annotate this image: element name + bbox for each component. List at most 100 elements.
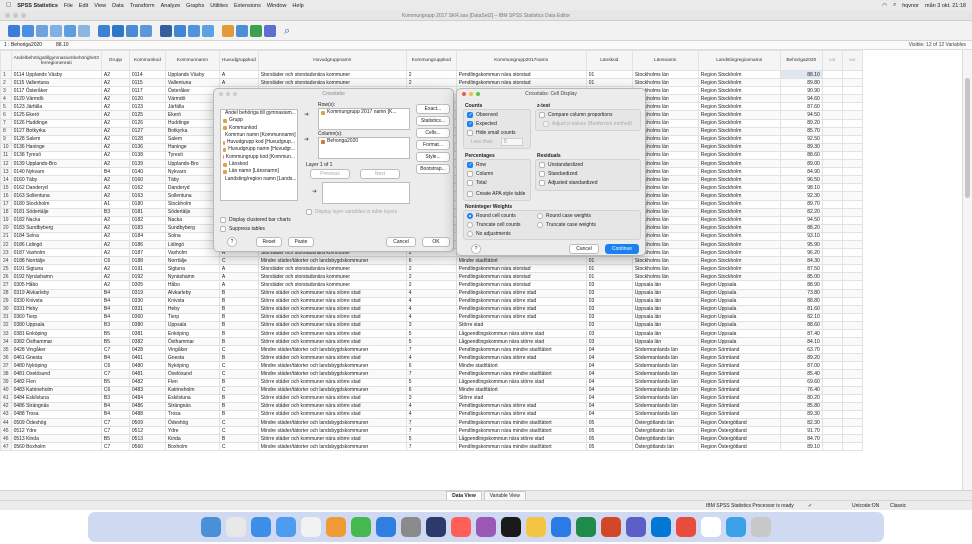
empty-cell[interactable] <box>821 328 843 339</box>
empty-cell[interactable] <box>821 175 843 185</box>
truncate-case-weights-radio[interactable] <box>537 222 543 228</box>
table-cell[interactable]: B4 <box>100 312 130 322</box>
table-cell[interactable]: Region Stockholm <box>697 134 781 144</box>
table-cell[interactable]: Region Stockholm <box>697 223 781 233</box>
table-cell[interactable]: 87.60 <box>779 102 823 112</box>
table-cell[interactable]: C7 <box>100 426 130 436</box>
table-cell[interactable]: 7 <box>405 442 457 452</box>
table-cell[interactable]: 0481 <box>128 369 166 379</box>
row-percent-checkbox[interactable] <box>467 162 473 168</box>
tab-variable-view[interactable]: Variable View <box>483 490 526 501</box>
table-cell[interactable]: 0187 Vaxholm <box>10 248 102 258</box>
table-cell[interactable]: A2 <box>100 134 130 144</box>
table-cell[interactable]: B5 <box>100 434 130 444</box>
table-cell[interactable]: Region Stockholm <box>697 167 781 177</box>
empty-cell[interactable] <box>821 393 843 403</box>
table-cell[interactable]: 0461 Gnesta <box>10 353 102 363</box>
empty-cell[interactable] <box>841 102 863 112</box>
table-cell[interactable]: 0509 <box>128 418 166 428</box>
table-cell[interactable]: A2 <box>100 86 130 96</box>
column-header[interactable]: Huvudgruppnamn <box>257 50 407 71</box>
empty-cell[interactable] <box>821 361 843 371</box>
table-cell[interactable]: Region Stockholm <box>697 231 781 241</box>
table-cell[interactable]: 0126 Huddinge <box>10 118 102 128</box>
table-cell[interactable]: Pendlingskommun nära mindre stad/tätort <box>455 426 587 436</box>
table-cell[interactable]: B <box>218 377 259 387</box>
menu-graphs[interactable]: Graphs <box>186 3 204 9</box>
variable-list-item[interactable]: Landsting/region namn [Lands... <box>221 176 297 183</box>
table-cell[interactable]: Uppsala län <box>631 288 699 298</box>
table-cell[interactable]: Salem <box>164 134 220 144</box>
table-cell[interactable]: 0483 Katrineholm <box>10 385 102 395</box>
table-cell[interactable]: 2 <box>405 280 457 290</box>
empty-cell[interactable] <box>841 337 863 347</box>
table-cell[interactable]: 03 <box>585 337 633 347</box>
column-header[interactable]: Kommungruppkod <box>405 50 457 71</box>
table-cell[interactable]: 0382 <box>128 337 166 347</box>
table-cell[interactable]: 85.00 <box>779 272 823 282</box>
empty-cell[interactable] <box>821 215 843 225</box>
safari-icon[interactable] <box>251 517 271 537</box>
empty-cell[interactable] <box>841 191 863 201</box>
table-cell[interactable]: Södermanlands län <box>631 377 699 387</box>
empty-cell[interactable] <box>821 118 843 128</box>
column-header[interactable]: Grupp <box>100 50 130 71</box>
row-number[interactable]: 2 <box>0 78 12 88</box>
table-cell[interactable]: B4 <box>100 304 130 314</box>
table-cell[interactable]: 87.50 <box>779 264 823 274</box>
table-cell[interactable]: Lågpendlingskommun nära större stad <box>455 377 587 387</box>
table-cell[interactable]: Mindre städer/tätorter och landsbygdskom… <box>257 426 407 436</box>
save-icon[interactable] <box>22 24 34 37</box>
table-cell[interactable]: A2 <box>100 264 130 274</box>
column-header[interactable]: Huvudgruppkod <box>218 50 259 71</box>
table-cell[interactable]: 5 <box>405 328 457 339</box>
table-cell[interactable]: 95.90 <box>779 239 823 250</box>
table-cell[interactable]: 0183 Sundbyberg <box>10 223 102 233</box>
table-cell[interactable]: Storstäder och storstadsnära kommuner <box>257 272 407 282</box>
table-cell[interactable]: 0319 <box>128 288 166 298</box>
table-cell[interactable]: Södermanlands län <box>631 369 699 379</box>
table-cell[interactable]: Pendlingskommun nära större stad <box>455 401 587 411</box>
table-cell[interactable]: Region Stockholm <box>697 94 781 104</box>
row-number[interactable]: 21 <box>0 231 12 241</box>
table-cell[interactable]: 84.10 <box>779 337 823 347</box>
empty-cell[interactable] <box>821 337 843 347</box>
empty-cell[interactable] <box>821 353 843 363</box>
empty-cell[interactable] <box>841 353 863 363</box>
empty-cell[interactable] <box>821 191 843 201</box>
table-cell[interactable]: A1 <box>100 199 130 209</box>
powerpoint-icon[interactable] <box>601 517 621 537</box>
table-cell[interactable]: 0162 <box>128 183 166 193</box>
table-cell[interactable]: 3 <box>405 320 457 331</box>
empty-cell[interactable] <box>821 304 843 314</box>
notes-icon[interactable] <box>526 517 546 537</box>
recall-dialog-icon[interactable] <box>50 24 62 37</box>
table-cell[interactable]: 4 <box>405 409 457 420</box>
table-cell[interactable]: 88.60 <box>779 150 823 161</box>
table-cell[interactable]: 0330 Knivsta <box>10 296 102 306</box>
empty-cell[interactable] <box>821 401 843 411</box>
column-header[interactable]: var <box>821 50 843 71</box>
column-header[interactable]: var <box>841 50 863 71</box>
empty-cell[interactable] <box>821 345 843 355</box>
table-cell[interactable]: 0186 <box>128 239 166 250</box>
table-cell[interactable]: 0192 <box>128 272 166 282</box>
table-cell[interactable]: Region Uppsala <box>697 337 781 347</box>
empty-cell[interactable] <box>821 320 843 331</box>
row-number[interactable]: 34 <box>0 337 12 347</box>
table-cell[interactable]: Större städer och kommuner nära större s… <box>257 288 407 298</box>
table-cell[interactable]: Strängnäs <box>164 401 220 411</box>
table-cell[interactable]: 0509 Ödeshög <box>10 418 102 428</box>
table-cell[interactable]: 0486 Strängnäs <box>10 401 102 411</box>
menu-analyze[interactable]: Analyze <box>161 3 181 9</box>
empty-cell[interactable] <box>841 426 863 436</box>
table-cell[interactable]: Östergötlands län <box>631 434 699 444</box>
table-cell[interactable]: Södermanlands län <box>631 361 699 371</box>
table-cell[interactable]: 0163 Sollentuna <box>10 191 102 201</box>
table-cell[interactable]: 0187 <box>128 248 166 258</box>
empty-cell[interactable] <box>841 239 863 250</box>
table-cell[interactable]: 03 <box>585 320 633 331</box>
table-cell[interactable]: Större städer och kommuner nära större s… <box>257 337 407 347</box>
table-cell[interactable]: Region Stockholm <box>697 256 781 266</box>
table-cell[interactable]: 0428 Vingåker <box>10 345 102 355</box>
